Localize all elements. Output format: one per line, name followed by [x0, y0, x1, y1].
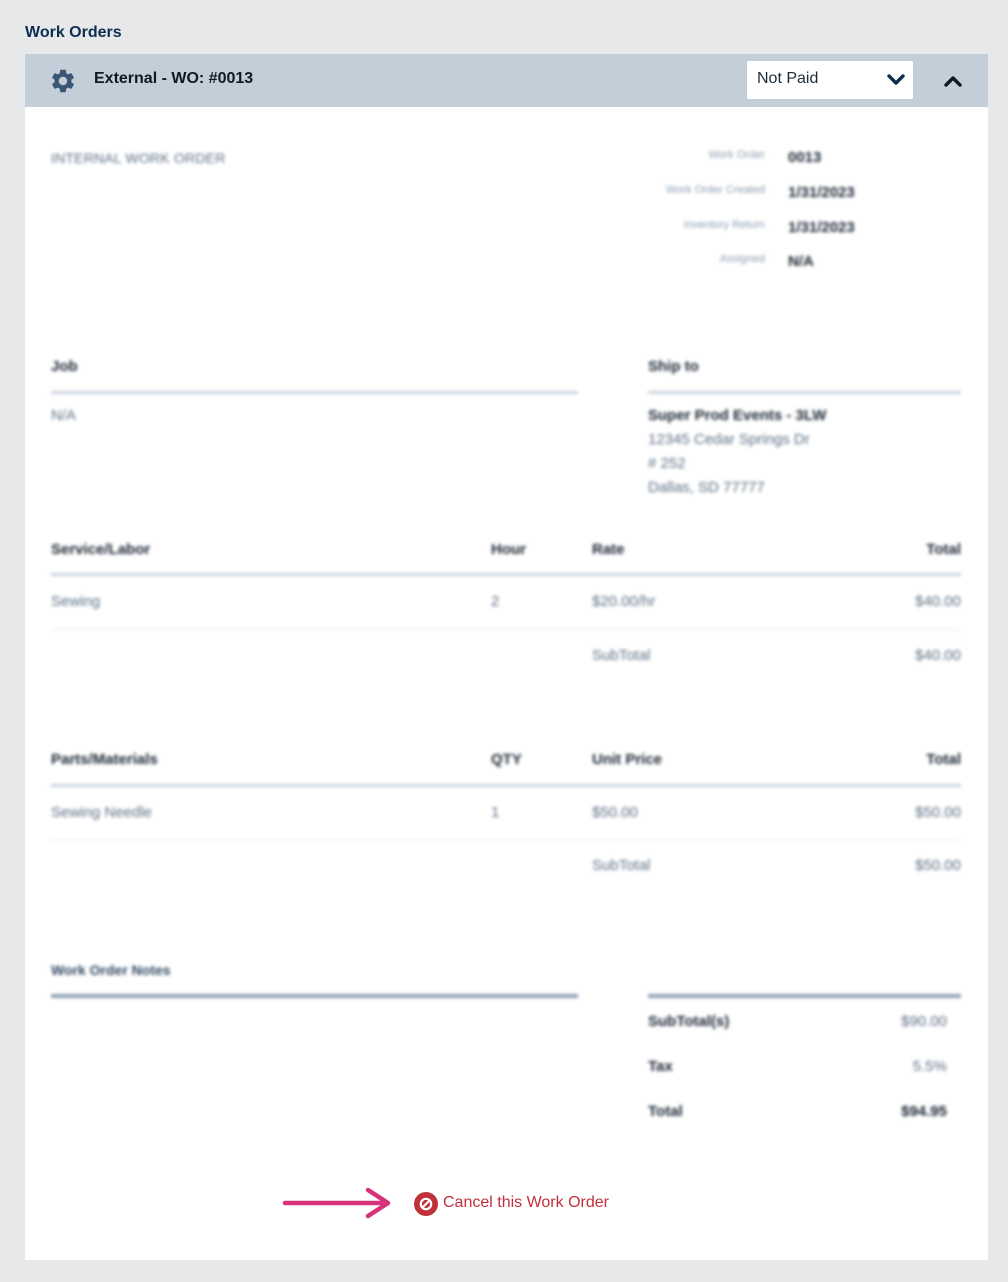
column-header: Hour — [491, 541, 526, 558]
summary-value: $94.95 — [901, 1103, 947, 1120]
gear-icon[interactable] — [49, 67, 77, 95]
divider — [51, 391, 578, 394]
column-header: Total — [926, 541, 961, 558]
subtotal-value: $50.00 — [915, 857, 961, 874]
document-title: INTERNAL WORK ORDER — [51, 150, 226, 166]
divider — [51, 784, 961, 787]
ship-to-line: Dallas, SD 77777 — [648, 479, 765, 496]
cancel-work-order-label: Cancel this Work Order — [443, 1194, 609, 1211]
meta-label: Inventory Return — [683, 219, 765, 231]
work-order-header[interactable]: External - WO: #0013 Not Paid — [25, 54, 988, 107]
ship-to-name: Super Prod Events - 3LW — [648, 407, 827, 424]
job-heading: Job — [51, 358, 78, 375]
meta-value: 1/31/2023 — [788, 184, 855, 201]
meta-value: 1/31/2023 — [788, 219, 855, 236]
column-header: Parts/Materials — [51, 751, 158, 768]
divider — [648, 994, 961, 998]
divider — [51, 629, 961, 630]
subtotal-label: SubTotal — [592, 647, 651, 664]
ship-to-heading: Ship to — [648, 358, 699, 375]
summary-label: SubTotal(s) — [648, 1013, 730, 1030]
cancel-icon — [414, 1192, 438, 1216]
ship-to-line: # 252 — [648, 455, 686, 472]
meta-label: Work Order — [708, 149, 765, 161]
service-rate: $20.00/hr — [592, 593, 656, 610]
payment-status-value: Not Paid — [757, 70, 819, 87]
part-qty: 1 — [491, 804, 500, 821]
part-name: Sewing Needle — [51, 804, 152, 821]
work-order-document: INTERNAL WORK ORDER Work Order 0013 Work… — [25, 107, 988, 1260]
job-value: N/A — [51, 407, 77, 424]
arrow-right-icon — [282, 1187, 391, 1219]
service-name: Sewing — [51, 593, 101, 610]
meta-value: N/A — [788, 253, 814, 270]
summary-label: Tax — [648, 1058, 673, 1075]
meta-value: 0013 — [788, 149, 822, 166]
work-order-title: External - WO: #0013 — [94, 70, 254, 87]
divider — [51, 994, 578, 998]
meta-label: Assigned — [719, 253, 765, 265]
divider — [648, 391, 961, 394]
service-total: $40.00 — [915, 593, 961, 610]
chevron-up-icon[interactable] — [941, 71, 965, 91]
payment-status-select[interactable]: Not Paid — [747, 61, 913, 99]
ship-to-line: 12345 Cedar Springs Dr — [648, 431, 810, 448]
notes-heading: Work Order Notes — [51, 962, 171, 978]
column-header: QTY — [491, 751, 522, 768]
column-header: Service/Labor — [51, 541, 151, 558]
chevron-down-icon — [887, 74, 905, 85]
part-total: $50.00 — [915, 804, 961, 821]
column-header: Rate — [592, 541, 625, 558]
summary-value: $90.00 — [901, 1013, 947, 1030]
part-unit-price: $50.00 — [592, 804, 638, 821]
summary-label: Total — [648, 1103, 683, 1120]
section-title: Work Orders — [25, 24, 122, 41]
service-hours: 2 — [491, 593, 500, 610]
meta-label: Work Order Created — [666, 184, 765, 196]
divider — [51, 840, 961, 841]
subtotal-label: SubTotal — [592, 857, 651, 874]
summary-value: 5.5% — [912, 1058, 947, 1075]
subtotal-value: $40.00 — [915, 647, 961, 664]
column-header: Total — [926, 751, 961, 768]
divider — [51, 573, 961, 576]
column-header: Unit Price — [592, 751, 663, 768]
